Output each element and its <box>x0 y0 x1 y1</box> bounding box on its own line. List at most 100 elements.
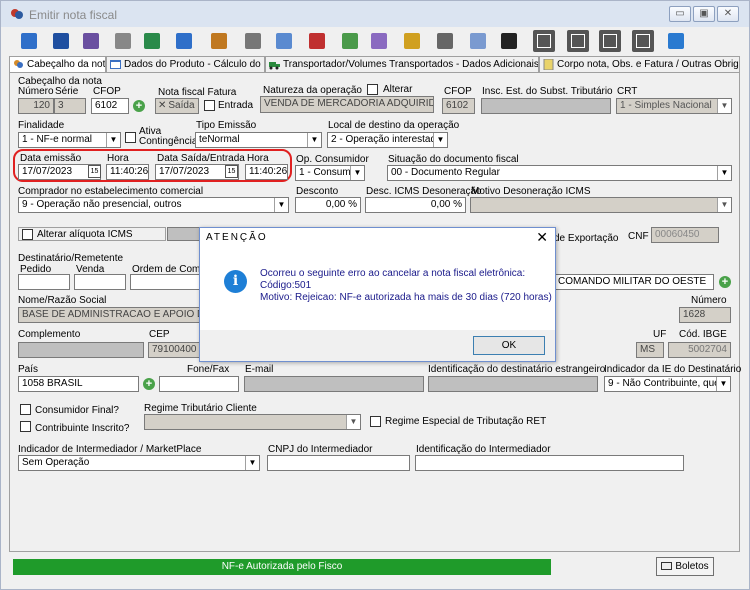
local-destino-label: Local de destino da operação <box>328 120 460 131</box>
hora-saida-field[interactable]: 11:40:26 <box>245 164 288 180</box>
comprador-label: Comprador no estabelecimento comercial <box>18 186 204 197</box>
cfop-label: CFOP <box>93 86 121 97</box>
alterar-natureza-checkbox[interactable] <box>367 84 378 95</box>
tab-transportador[interactable]: Transportador/Volumes Transportados - Da… <box>265 56 539 73</box>
intermediador-select[interactable]: Sem Operação ▼ <box>18 455 260 471</box>
fone-field[interactable] <box>159 376 239 392</box>
report-icon[interactable] <box>339 30 361 52</box>
uf-label: UF <box>653 329 667 340</box>
ordem-compra-field[interactable] <box>130 274 200 290</box>
last-icon[interactable] <box>632 30 654 52</box>
saida-checkbox[interactable]: ✕ Saída <box>155 98 199 114</box>
contribuinte-checkbox[interactable] <box>20 421 31 432</box>
cep-label: CEP <box>149 329 170 340</box>
add-pais-icon[interactable]: + <box>143 378 155 390</box>
regime-tributario-select[interactable]: ▼ <box>144 414 361 430</box>
regime-especial-checkbox[interactable] <box>370 416 381 427</box>
save-icon[interactable] <box>50 30 72 52</box>
venda-field[interactable] <box>74 274 126 290</box>
contribuinte-label: Contribuinte Inscrito? <box>35 423 130 434</box>
alterar-icms-checkbox[interactable] <box>22 228 33 240</box>
ident-intermediador-field[interactable] <box>415 455 684 471</box>
prev-icon[interactable] <box>567 30 589 52</box>
refresh-icon[interactable] <box>141 30 163 52</box>
pedido-field[interactable] <box>18 274 70 290</box>
chevron-down-icon: ▼ <box>433 133 447 147</box>
op-consumidor-select[interactable]: 1 - Consumidor final▼ <box>295 165 365 181</box>
ie-select[interactable]: 9 - Não Contribuinte, que pode▼ <box>604 376 731 392</box>
calendar-icon[interactable]: 15 <box>88 165 101 178</box>
alterar-icms-group: Alterar alíquota ICMS <box>18 227 166 241</box>
tab-strip: Cabeçalho da nota Dados do Produto - Cál… <box>9 56 740 74</box>
truck-icon <box>269 62 280 70</box>
new-document-icon[interactable] <box>18 30 40 52</box>
next-icon[interactable] <box>599 30 621 52</box>
pais-field[interactable]: 1058 BRASIL <box>18 376 139 392</box>
add-destinatario-icon[interactable]: + <box>719 276 731 288</box>
close-window-button[interactable]: ✕ <box>717 6 739 22</box>
sign-icon[interactable] <box>434 30 456 52</box>
main-window: Emitir nota fiscal ▭ ▣ ✕ Cabeçalho da no… <box>0 0 750 590</box>
email-label: E-mail <box>245 364 274 375</box>
tipo-emissao-label: Tipo Emissão <box>196 120 257 131</box>
desconto-field[interactable]: 0,00 % <box>295 197 361 213</box>
desc-icms-field[interactable]: 0,00 % <box>365 197 466 213</box>
boletos-button[interactable]: Boletos <box>656 557 714 576</box>
finalidade-label: Finalidade <box>18 120 65 131</box>
chevron-down-icon: ▼ <box>716 377 730 391</box>
hora-saida-label: Hora <box>247 153 269 164</box>
motivo-select[interactable]: ▼ <box>470 197 732 213</box>
comprador-select[interactable]: 9 - Operação não presencial, outros ▼ <box>18 197 289 213</box>
chevron-down-icon: ▼ <box>350 166 364 180</box>
insc-st-field[interactable] <box>481 98 611 114</box>
cfop2-field: 6102 <box>442 98 475 114</box>
preview-icon[interactable] <box>173 30 195 52</box>
ok-button[interactable]: OK <box>473 336 545 355</box>
alterar-natureza-label: Alterar <box>383 84 413 95</box>
ident-estrangeiro-field <box>428 376 598 392</box>
hora-emissao-field[interactable]: 11:40:26 <box>106 164 149 180</box>
crt-select[interactable]: 1 - Simples Nacional ▼ <box>616 98 732 114</box>
document-icon[interactable] <box>273 30 295 52</box>
first-icon[interactable] <box>533 30 555 52</box>
numero-label: Número <box>18 86 54 97</box>
print-icon[interactable] <box>242 30 264 52</box>
contingencia-checkbox[interactable] <box>125 132 136 143</box>
entrada-checkbox[interactable] <box>204 100 215 111</box>
maximize-button[interactable]: ▣ <box>693 6 715 22</box>
delete-icon[interactable] <box>112 30 134 52</box>
download-icon[interactable] <box>208 30 230 52</box>
consumidor-final-checkbox[interactable] <box>20 404 31 415</box>
calendar-icon[interactable]: 15 <box>225 165 238 178</box>
numero-end-label: Número <box>691 295 727 306</box>
minimize-button[interactable]: ▭ <box>669 6 691 22</box>
tools-icon[interactable] <box>368 30 390 52</box>
exportacao-label: de Exportação <box>554 233 619 244</box>
list-icon[interactable] <box>467 30 489 52</box>
barcode-icon <box>661 562 673 571</box>
destinatario-field[interactable]: COMANDO MILITAR DO OESTE <box>554 274 714 290</box>
cnpj-intermediador-label: CNPJ do Intermediador <box>268 444 373 455</box>
tab-corpo-nota[interactable]: Corpo nota, Obs. e Fatura / Outras Obrig… <box>539 56 740 73</box>
grid-icon <box>110 60 121 69</box>
finalidade-select[interactable]: 1 - NF-e normal ▼ <box>18 132 121 148</box>
natureza-label: Natureza da operação <box>263 85 362 96</box>
close-icon[interactable]: ✕ <box>536 229 548 246</box>
mail-icon[interactable] <box>401 30 423 52</box>
local-destino-select[interactable]: 2 - Operação interestadual ▼ <box>327 132 448 148</box>
exit-icon[interactable] <box>665 30 687 52</box>
chevron-down-icon: ▼ <box>717 198 731 212</box>
info-icon: i <box>224 270 247 293</box>
complemento-field <box>18 342 144 358</box>
edit-icon[interactable] <box>80 30 102 52</box>
cfop-field[interactable]: 6102 <box>91 98 129 114</box>
tab-produto[interactable]: Dados do Produto - Cálculo do Imposto <box>106 56 265 73</box>
cnpj-intermediador-field[interactable] <box>267 455 410 471</box>
situacao-select[interactable]: 00 - Documento Regular ▼ <box>387 165 732 181</box>
email-icon[interactable] <box>306 30 328 52</box>
add-cfop-icon[interactable]: + <box>133 100 145 112</box>
barcode-icon[interactable] <box>498 30 520 52</box>
tipo-emissao-select[interactable]: teNormal ▼ <box>195 132 322 148</box>
cnf-field: 00060450 <box>651 227 719 243</box>
app-icon <box>11 9 23 19</box>
